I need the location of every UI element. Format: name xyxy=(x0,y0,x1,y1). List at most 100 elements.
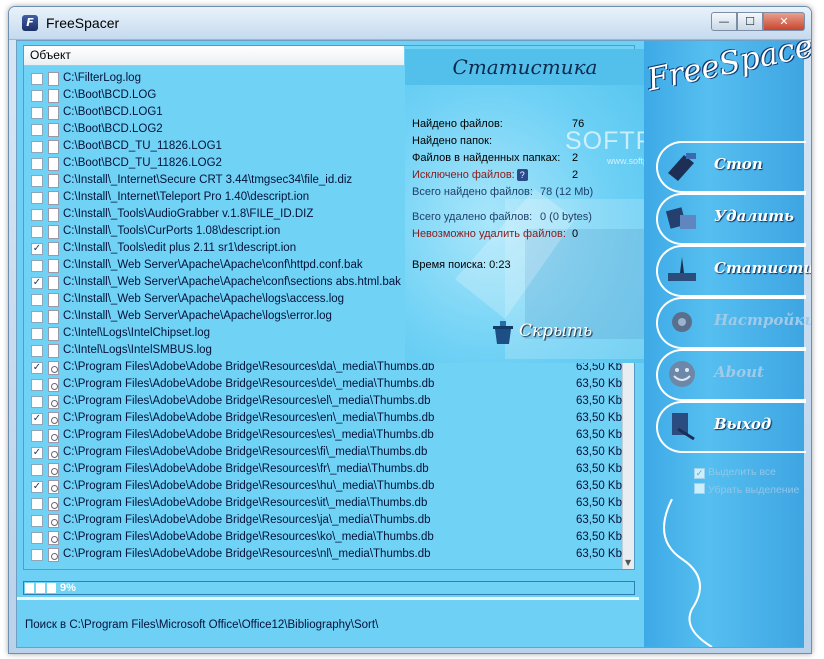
row-checkbox[interactable] xyxy=(31,515,43,527)
database-file-icon xyxy=(48,429,59,443)
select-all-box[interactable]: ✓ xyxy=(694,468,705,479)
row-checkbox[interactable] xyxy=(31,158,43,170)
row-checkbox[interactable] xyxy=(31,141,43,153)
app-icon[interactable]: F xyxy=(22,15,38,31)
delete-button[interactable]: Удалить xyxy=(656,193,806,245)
progress-block xyxy=(25,583,34,593)
file-path: C:\Program Files\Adobe\Adobe Bridge\Reso… xyxy=(63,514,431,526)
list-item[interactable]: C:\Program Files\Adobe\Adobe Bridge\Reso… xyxy=(24,377,622,394)
exit-button-label: Выход xyxy=(714,415,772,433)
row-checkbox[interactable] xyxy=(31,328,43,340)
deselect-label: Убрать выделение xyxy=(708,484,800,496)
trash-icon xyxy=(493,321,513,344)
row-checkbox[interactable] xyxy=(31,124,43,136)
list-item[interactable]: ✓ C:\Program Files\Adobe\Adobe Bridge\Res… xyxy=(24,479,622,496)
select-all-checkbox[interactable]: ✓ Выделить все xyxy=(694,466,776,479)
database-file-icon xyxy=(48,412,59,426)
list-item[interactable]: C:\Program Files\Adobe\Adobe Bridge\Reso… xyxy=(24,530,622,547)
about-button[interactable]: About xyxy=(656,349,806,401)
exit-button[interactable]: Выход xyxy=(656,401,806,453)
file-size: 63,50 Kb xyxy=(575,412,622,424)
row-checkbox[interactable] xyxy=(31,294,43,306)
file-icon xyxy=(48,327,59,341)
list-item[interactable]: ✓ C:\Program Files\Adobe\Adobe Bridge\Res… xyxy=(24,411,622,428)
row-checkbox[interactable]: ✓ xyxy=(31,481,43,493)
help-icon[interactable]: ? xyxy=(516,169,528,182)
stop-button[interactable]: Стоп xyxy=(656,141,806,193)
row-checkbox[interactable] xyxy=(31,311,43,323)
progress-block xyxy=(36,583,45,593)
row-checkbox[interactable] xyxy=(31,532,43,544)
file-path: C:\Boot\BCD.LOG1 xyxy=(63,106,163,118)
scroll-down-icon[interactable]: ▼ xyxy=(625,558,631,567)
progress-bar: 9% xyxy=(23,581,635,595)
list-item[interactable]: C:\Program Files\Adobe\Adobe Bridge\Reso… xyxy=(24,496,622,513)
freespacer-logo: FreeSpacer xyxy=(644,25,812,99)
file-size: 63,50 Kb xyxy=(575,531,622,543)
progress-percent: 9% xyxy=(60,582,76,594)
row-checkbox[interactable]: ✓ xyxy=(31,447,43,459)
close-button[interactable]: ✕ xyxy=(763,12,805,31)
file-path: C:\Program Files\Adobe\Adobe Bridge\Reso… xyxy=(63,463,429,475)
file-path: C:\Program Files\Adobe\Adobe Bridge\Reso… xyxy=(63,412,435,424)
row-checkbox[interactable] xyxy=(31,498,43,510)
file-icon xyxy=(48,140,59,154)
file-icon xyxy=(48,174,59,188)
stat-found-folders: Найдено папок: xyxy=(412,135,493,147)
database-file-icon xyxy=(48,531,59,545)
row-checkbox[interactable] xyxy=(31,379,43,391)
window-title: FreeSpacer xyxy=(46,15,120,31)
row-checkbox[interactable] xyxy=(31,107,43,119)
row-checkbox[interactable] xyxy=(31,209,43,221)
database-file-icon xyxy=(48,514,59,528)
file-path: C:\Program Files\Adobe\Adobe Bridge\Reso… xyxy=(63,395,431,407)
title-bar[interactable]: F FreeSpacer — ☐ ✕ xyxy=(9,7,811,40)
hide-statistics-button[interactable]: Скрыть xyxy=(491,315,621,351)
database-file-icon xyxy=(48,361,59,375)
file-icon xyxy=(48,89,59,103)
column-header-object[interactable]: Объект xyxy=(24,46,404,66)
list-item[interactable]: C:\Program Files\Adobe\Adobe Bridge\Reso… xyxy=(24,462,622,479)
database-file-icon xyxy=(48,497,59,511)
list-item[interactable]: C:\Program Files\Adobe\Adobe Bridge\Reso… xyxy=(24,513,622,530)
stat-cannot-delete-value: 0 xyxy=(572,228,579,240)
file-icon xyxy=(48,276,59,290)
list-item[interactable]: C:\Program Files\Adobe\Adobe Bridge\Reso… xyxy=(24,428,622,445)
file-path: C:\Install\_Web Server\Apache\Apache\log… xyxy=(63,310,332,322)
row-checkbox[interactable] xyxy=(31,73,43,85)
row-checkbox[interactable] xyxy=(31,260,43,272)
row-checkbox[interactable]: ✓ xyxy=(31,243,43,255)
row-checkbox[interactable] xyxy=(31,345,43,357)
row-checkbox[interactable] xyxy=(31,549,43,561)
database-file-icon xyxy=(48,463,59,477)
row-checkbox[interactable]: ✓ xyxy=(31,362,43,374)
file-size: 63,50 Kb xyxy=(575,514,622,526)
row-checkbox[interactable] xyxy=(31,192,43,204)
file-size: 63,50 Kb xyxy=(575,395,622,407)
settings-button[interactable]: Настройки xyxy=(656,297,811,349)
stat-search-time-value: 0:23 xyxy=(489,259,511,271)
statistics-icon xyxy=(668,257,696,281)
row-checkbox[interactable] xyxy=(31,464,43,476)
row-checkbox[interactable] xyxy=(31,90,43,102)
deselect-box[interactable] xyxy=(694,483,705,494)
row-checkbox[interactable] xyxy=(31,226,43,238)
row-checkbox[interactable] xyxy=(31,396,43,408)
row-checkbox[interactable]: ✓ xyxy=(31,277,43,289)
list-item[interactable]: C:\Program Files\Adobe\Adobe Bridge\Reso… xyxy=(24,394,622,411)
list-item[interactable]: ✓ C:\Program Files\Adobe\Adobe Bridge\Res… xyxy=(24,445,622,462)
file-path: C:\Install\_Tools\CurPorts 1.08\descript… xyxy=(63,225,281,237)
file-icon xyxy=(48,293,59,307)
deselect-checkbox[interactable]: Убрать выделение xyxy=(694,483,799,496)
file-path: C:\Program Files\Adobe\Adobe Bridge\Reso… xyxy=(63,497,428,509)
maximize-button[interactable]: ☐ xyxy=(737,12,763,31)
file-icon xyxy=(48,310,59,324)
file-size: 63,50 Kb xyxy=(575,480,622,492)
minimize-button[interactable]: — xyxy=(711,12,737,31)
file-path: C:\Intel\Logs\IntelSMBUS.log xyxy=(63,344,212,356)
statistics-button[interactable]: Статистика xyxy=(656,245,811,297)
row-checkbox[interactable] xyxy=(31,175,43,187)
row-checkbox[interactable] xyxy=(31,430,43,442)
row-checkbox[interactable]: ✓ xyxy=(31,413,43,425)
list-item[interactable]: C:\Program Files\Adobe\Adobe Bridge\Reso… xyxy=(24,547,622,564)
